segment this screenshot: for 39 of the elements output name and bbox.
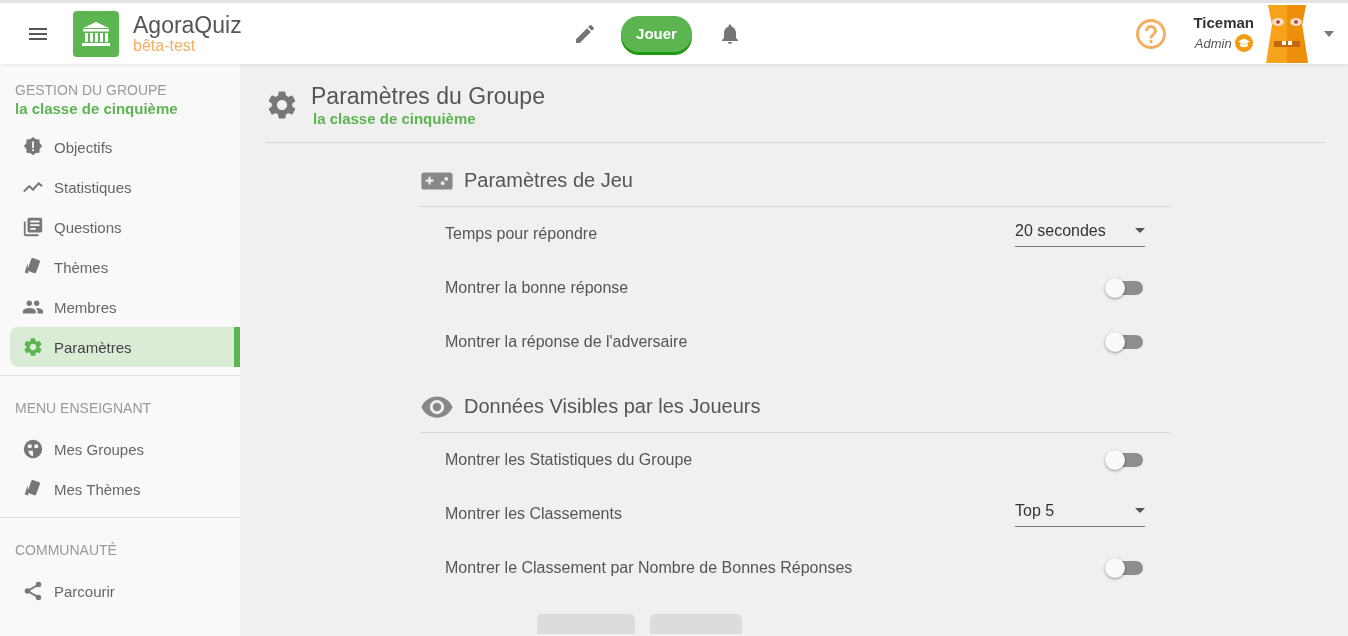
setting-label: Montrer les Classements: [445, 505, 622, 523]
sidebar-item[interactable]: Mes Groupes: [10, 429, 240, 469]
setting-label: Montrer les Statistiques du Groupe: [445, 451, 693, 469]
sidebar-item[interactable]: Parcourir: [10, 571, 240, 611]
section-heading: MENU ENSEIGNANT: [15, 399, 153, 417]
user-role: Admin: [1194, 36, 1232, 50]
alert-badge-icon: [22, 136, 44, 158]
sidebar-item[interactable]: Statistiques: [10, 167, 240, 207]
graduation-cap-icon: [1234, 34, 1253, 52]
logo-icon: [73, 10, 119, 57]
caret-icon: [1135, 228, 1145, 233]
app-name: AgoraQuiz: [133, 13, 242, 37]
sidebar-item[interactable]: Questions: [10, 207, 240, 247]
page-title: Paramètres du Groupe: [311, 82, 545, 110]
group-name: la classe de cinquième: [15, 99, 179, 119]
sidebar-item[interactable]: Membres: [10, 287, 240, 327]
groups-icon: [22, 438, 44, 460]
section-heading: COMMUNAUTÉ: [15, 541, 118, 559]
sidebar-item[interactable]: Thèmes: [10, 247, 240, 287]
library-icon: [22, 216, 44, 238]
setting-label: Montrer la bonne réponse: [445, 279, 629, 297]
share-icon: [22, 580, 44, 602]
setting-label: Temps pour répondre: [445, 225, 598, 243]
sidebar-item[interactable]: Mes Thèmes: [10, 469, 240, 509]
caret-icon[interactable]: [1324, 30, 1334, 37]
select-field[interactable]: 20 secondes: [1015, 221, 1145, 247]
section-title: Paramètres de Jeu: [464, 169, 633, 192]
sidebar-item[interactable]: Objectifs: [10, 127, 240, 167]
select-field[interactable]: Top 5: [1015, 501, 1145, 527]
section-title: Données Visibles par les Joueurs: [464, 395, 761, 418]
settings-icon: [22, 336, 44, 358]
sidebar-item[interactable]: Paramètres: [10, 327, 240, 367]
setting-label: Montrer le Classement par Nombre de Bonnes Réponses: [445, 559, 853, 577]
group-name: la classe de cinquième: [313, 110, 477, 127]
caret-icon: [1135, 508, 1145, 513]
app-tag: bêta-test: [133, 37, 242, 54]
setting-label: Montrer la réponse de l'adversaire: [445, 333, 688, 351]
section-heading: GESTION DU GROUPE: [15, 81, 168, 99]
user-name: Ticeman: [1193, 15, 1254, 30]
